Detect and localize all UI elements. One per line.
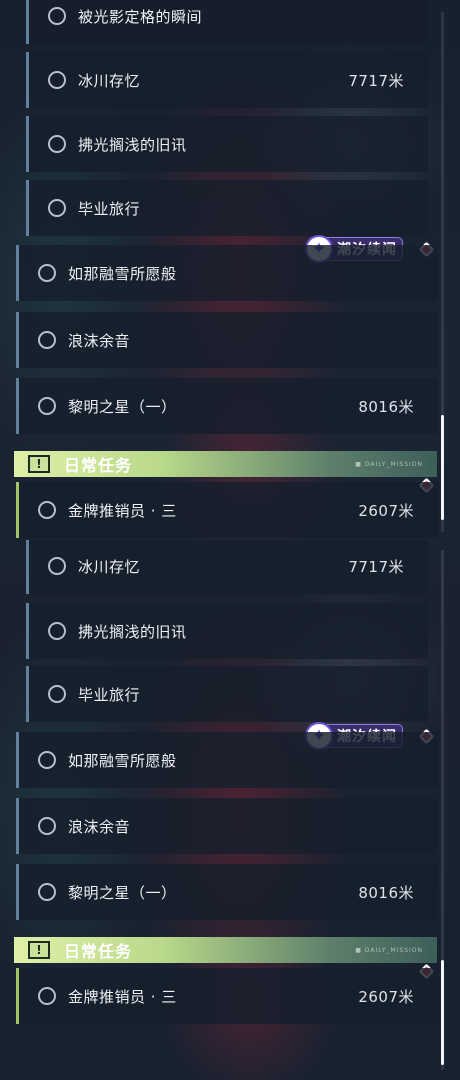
quest-item[interactable]: 冰川存忆 7717米 [26,540,428,594]
quest-title: 如那融雪所愿般 [68,264,177,283]
radio-icon[interactable] [38,331,56,349]
quest-distance: 8016米 [358,397,414,416]
quest-title: 拂光搁浅的旧讯 [78,622,187,641]
quest-item[interactable]: 如那融雪所愿般 [16,245,438,301]
scrollbar-thumb[interactable] [441,415,444,520]
radio-icon[interactable] [38,264,56,282]
radio-icon[interactable] [48,71,66,89]
quest-title: 浪沫余音 [68,331,131,350]
quest-item[interactable]: 金牌推销员 · 三 2607米 [16,482,438,538]
quest-title: 金牌推销员 · 三 [68,987,177,1006]
quest-title: 毕业旅行 [78,685,141,704]
quest-title: 黎明之星（一） [68,397,177,416]
radio-icon[interactable] [38,751,56,769]
quest-item[interactable]: 拂光搁浅的旧讯 [26,603,428,659]
section-title: 日常任务 [64,942,133,961]
quest-title: 金牌推销员 · 三 [68,501,177,520]
quest-title: 被光影定格的瞬间 [78,7,203,26]
scrollbar-thumb[interactable] [441,960,444,1065]
header-decoration: ■ DAILY_MISSION [355,946,423,954]
quest-title: 浪沫余音 [68,817,131,836]
quest-list-panel-top: 被光影定格的瞬间 冰川存忆 7717米 拂光搁浅的旧讯 毕业旅行 ✦ 潮汐续闻 … [0,0,460,540]
radio-icon[interactable] [48,135,66,153]
quest-title: 如那融雪所愿般 [68,751,177,770]
header-decoration: ■ DAILY_MISSION [355,460,423,468]
radio-icon[interactable] [38,817,56,835]
radio-icon[interactable] [48,199,66,217]
radio-icon[interactable] [38,397,56,415]
radio-icon[interactable] [48,622,66,640]
quest-item[interactable]: 如那融雪所愿般 [16,732,438,788]
quest-item[interactable]: 拂光搁浅的旧讯 [26,116,428,172]
quest-distance: 2607米 [358,501,414,520]
quest-title: 冰川存忆 [78,557,141,576]
quest-title: 拂光搁浅的旧讯 [78,135,187,154]
radio-icon[interactable] [38,883,56,901]
radio-icon[interactable] [48,7,66,25]
daily-tasks-header[interactable]: ! 日常任务 ■ DAILY_MISSION [14,451,437,477]
quest-distance: 8016米 [358,883,414,902]
quest-item[interactable]: 黎明之星（一） 8016米 [16,864,438,920]
quest-title: 冰川存忆 [78,71,141,90]
quest-distance: 2607米 [358,987,414,1006]
quest-item[interactable]: 浪沫余音 [16,312,438,368]
radio-icon[interactable] [48,557,66,575]
alert-icon: ! [28,941,50,959]
quest-item[interactable]: 黎明之星（一） 8016米 [16,378,438,434]
quest-item[interactable]: 毕业旅行 [26,666,428,722]
quest-item[interactable]: 毕业旅行 [26,180,428,236]
quest-list-panel-bottom: 冰川存忆 7717米 拂光搁浅的旧讯 毕业旅行 ✦ 潮汐续闻 如那融雪所愿般 浪… [0,540,460,1080]
alert-icon: ! [28,455,50,473]
quest-item[interactable]: 冰川存忆 7717米 [26,52,428,108]
daily-tasks-header[interactable]: ! 日常任务 ■ DAILY_MISSION [14,937,437,963]
quest-title: 黎明之星（一） [68,883,177,902]
quest-item[interactable]: 被光影定格的瞬间 [26,0,428,44]
section-title: 日常任务 [64,456,133,475]
radio-icon[interactable] [38,987,56,1005]
quest-item[interactable]: 浪沫余音 [16,798,438,854]
radio-icon[interactable] [48,685,66,703]
quest-title: 毕业旅行 [78,199,141,218]
radio-icon[interactable] [38,501,56,519]
quest-item[interactable]: 金牌推销员 · 三 2607米 [16,968,438,1024]
quest-distance: 7717米 [348,71,404,90]
quest-distance: 7717米 [348,557,404,576]
